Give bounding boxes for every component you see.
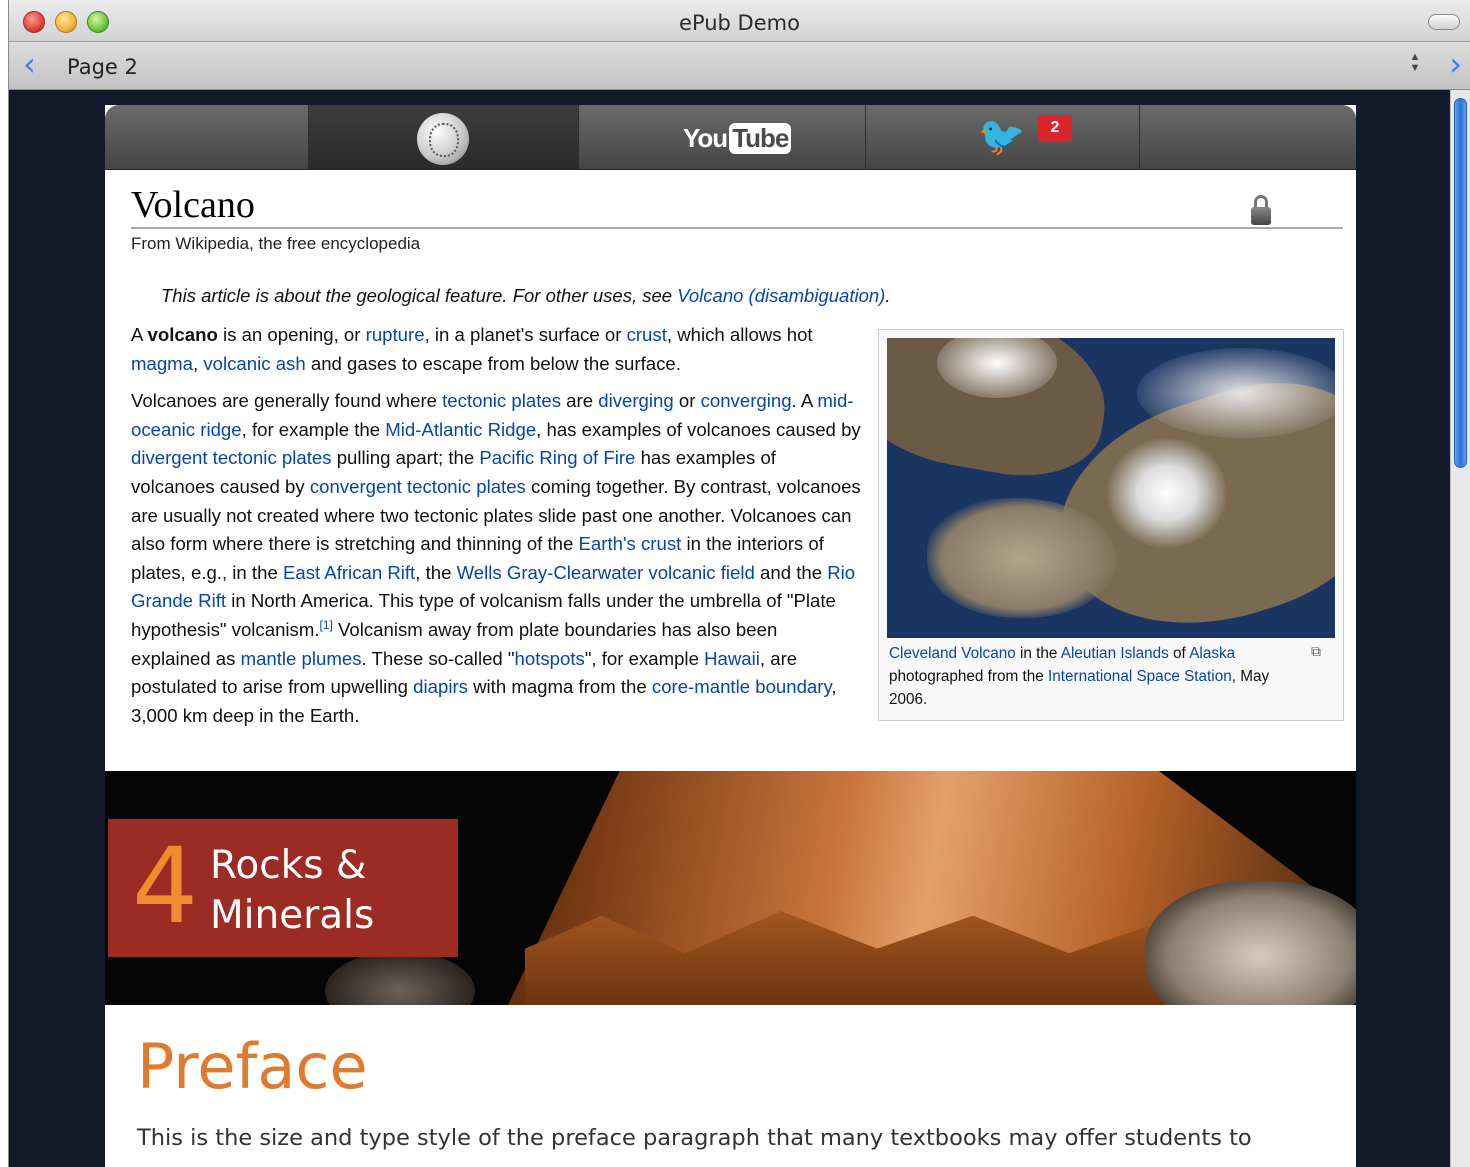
article-subtitle: From Wikipedia, the free encyclopedia bbox=[131, 234, 421, 253]
enlarge-icon[interactable]: ⧉ bbox=[1311, 643, 1331, 659]
article-title: Volcano bbox=[131, 184, 255, 226]
twitter-bird-icon: 🐦 bbox=[978, 116, 1026, 158]
toolbar: ‹ Page 2 ▲ ▼ › bbox=[9, 42, 1470, 90]
inline-link[interactable]: magma bbox=[131, 353, 193, 374]
inline-link[interactable]: Cleveland Volcano bbox=[889, 645, 1016, 662]
inline-link[interactable]: mantle plumes bbox=[241, 648, 362, 669]
inline-link[interactable]: Earth's crust bbox=[579, 533, 682, 554]
chapter-label: 4 Rocks & Minerals bbox=[108, 819, 458, 957]
text-run: , for example the bbox=[241, 418, 386, 440]
text-run: . A bbox=[791, 390, 818, 412]
scroll-thumb[interactable] bbox=[1454, 98, 1467, 468]
app-window: ePub Demo ‹ Page 2 ▲ ▼ › You Tube 🐦 2 Vo… bbox=[8, 0, 1470, 1167]
text-run: of bbox=[1168, 645, 1190, 662]
text-run: , has examples of volcanoes caused by bbox=[536, 418, 861, 440]
inline-link[interactable]: converging bbox=[701, 390, 792, 411]
disambiguation-link[interactable]: Volcano (disambiguation) bbox=[677, 285, 885, 306]
inline-link[interactable]: Hawaii bbox=[704, 648, 760, 669]
inline-link[interactable]: hotspots bbox=[515, 648, 585, 669]
chapter-banner: 4 Rocks & Minerals bbox=[105, 771, 1356, 1005]
paragraph-2: Volcanoes are generally found where tect… bbox=[131, 387, 861, 730]
epub-page: You Tube 🐦 2 Volcano From Wikipedia, the … bbox=[105, 105, 1356, 1167]
title-divider bbox=[131, 227, 1343, 229]
inline-link[interactable]: Wells Gray-Clearwater volcanic field bbox=[457, 562, 755, 583]
notification-badge: 2 bbox=[1038, 115, 1072, 141]
page-label: Page 2 bbox=[67, 55, 138, 79]
inline-link[interactable]: volcanic ash bbox=[203, 353, 305, 374]
inline-link[interactable]: tectonic plates bbox=[442, 390, 561, 411]
window-title: ePub Demo bbox=[679, 11, 800, 35]
inline-link[interactable]: diverging bbox=[598, 390, 673, 411]
article-body: A volcano is an opening, or rupture, in … bbox=[131, 321, 861, 739]
citation-link[interactable]: [1] bbox=[320, 618, 333, 632]
preface-paragraph: This is the size and type style of the p… bbox=[137, 1125, 1252, 1151]
tab-twitter[interactable]: 🐦 2 bbox=[866, 105, 1140, 170]
paragraph-1: A volcano is an opening, or rupture, in … bbox=[131, 321, 861, 378]
text-run: A bbox=[131, 324, 148, 345]
title-bar: ePub Demo bbox=[9, 0, 1470, 42]
toolbar-toggle-button[interactable] bbox=[1428, 14, 1460, 30]
inline-link[interactable]: East African Rift bbox=[283, 562, 415, 583]
text-run: or bbox=[673, 390, 701, 412]
lock-icon bbox=[1251, 195, 1271, 225]
widget-bar: You Tube 🐦 2 bbox=[105, 105, 1356, 170]
text-run: Volcanoes are generally found where bbox=[131, 390, 443, 412]
text-run: in the bbox=[1015, 645, 1061, 662]
text-run: ", for example bbox=[584, 647, 705, 669]
text-run: is an opening, or bbox=[217, 324, 366, 345]
vertical-scrollbar[interactable] bbox=[1450, 90, 1470, 1167]
bold-term: volcano bbox=[147, 324, 218, 345]
inline-link[interactable]: Mid-Atlantic Ridge bbox=[385, 419, 536, 440]
text-run: , which allows hot bbox=[666, 324, 813, 345]
volcano-photo[interactable] bbox=[887, 338, 1335, 638]
text-run: , in a planet's surface or bbox=[424, 324, 627, 345]
text-run: , the bbox=[415, 561, 457, 583]
text-run: are bbox=[561, 390, 599, 412]
image-thumbnail: ⧉ Cleveland Volcano in the Aleutian Isla… bbox=[878, 329, 1344, 721]
tab-youtube[interactable]: You Tube bbox=[579, 105, 866, 170]
wikipedia-globe-icon bbox=[417, 113, 469, 165]
page-stepper[interactable]: ▲ ▼ bbox=[1408, 52, 1422, 78]
hatnote: This article is about the geological fea… bbox=[161, 285, 891, 306]
inline-link[interactable]: crust bbox=[627, 324, 667, 345]
inline-link[interactable]: diapirs bbox=[413, 676, 468, 697]
next-page-button[interactable]: › bbox=[1449, 48, 1462, 80]
text-run: , bbox=[193, 352, 204, 374]
inline-link[interactable]: divergent tectonic plates bbox=[131, 447, 332, 468]
inline-link[interactable]: core-mantle boundary bbox=[652, 676, 832, 697]
chapter-number: 4 bbox=[132, 825, 199, 947]
text-run: photographed from the bbox=[889, 668, 1049, 685]
text-run: and the bbox=[754, 561, 828, 583]
text-run: pulling apart; the bbox=[331, 447, 480, 469]
chapter-title: Rocks & Minerals bbox=[210, 843, 375, 938]
image-caption: Cleveland Volcano in the Aleutian Island… bbox=[889, 642, 1309, 711]
previous-page-button[interactable]: ‹ bbox=[23, 48, 36, 80]
inline-link[interactable]: convergent tectonic plates bbox=[310, 476, 526, 497]
youtube-logo-icon: You Tube bbox=[683, 123, 792, 154]
preface-heading: Preface bbox=[137, 1030, 368, 1103]
tab-empty-right[interactable] bbox=[1140, 105, 1356, 170]
text-run: and gases to escape from below the surfa… bbox=[305, 352, 681, 374]
inline-link[interactable]: Alaska bbox=[1189, 645, 1235, 662]
inline-link[interactable]: Pacific Ring of Fire bbox=[479, 447, 635, 468]
inline-link[interactable]: rupture bbox=[366, 324, 425, 345]
text-run: with magma from the bbox=[467, 676, 652, 698]
text-run: . These so-called " bbox=[361, 647, 515, 669]
stepper-down-icon[interactable]: ▼ bbox=[1408, 63, 1422, 74]
inline-link[interactable]: International Space Station bbox=[1048, 668, 1232, 685]
tab-wikipedia[interactable] bbox=[309, 105, 579, 170]
tab-empty-left[interactable] bbox=[105, 105, 309, 170]
inline-link[interactable]: Aleutian Islands bbox=[1061, 645, 1169, 662]
